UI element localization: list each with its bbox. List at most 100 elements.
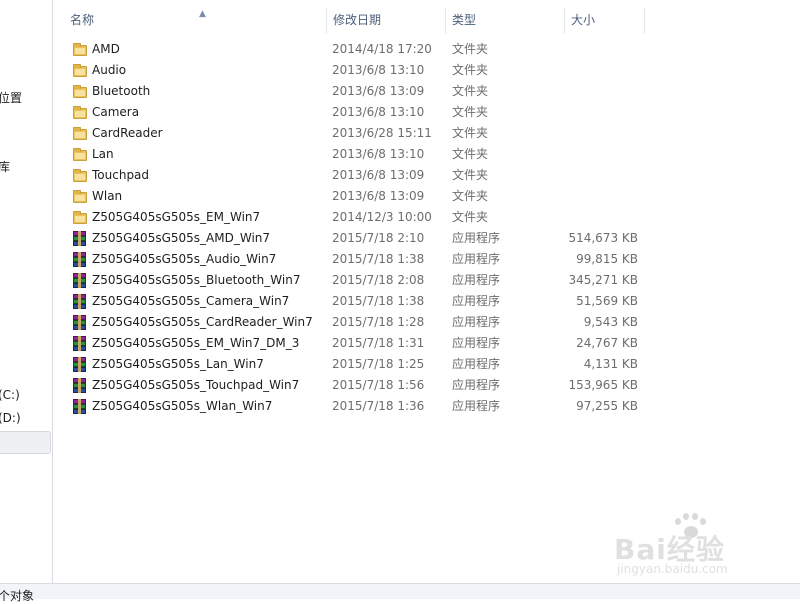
file-name: AMD — [92, 42, 120, 56]
file-row[interactable]: Z505G405sG505s_Lan_Win7 2015/7/18 1:25 应用程… — [53, 354, 800, 375]
file-row[interactable]: CardReader 2013/6/28 15:11 文件夹 — [53, 123, 800, 144]
file-name: Camera — [92, 105, 140, 119]
file-row[interactable]: Touchpad 2013/6/8 13:09 文件夹 — [53, 165, 800, 186]
column-header-date[interactable]: 修改日期 — [327, 8, 446, 34]
file-date-modified: 2015/7/18 2:08 — [332, 273, 425, 287]
archive-icon — [72, 399, 88, 414]
file-row[interactable]: Z505G405sG505s_EM_Win7_DM_3 2015/7/18 1:3… — [53, 333, 800, 354]
file-name: Z505G405sG505s_Touchpad_Win7 — [92, 378, 300, 392]
file-row[interactable]: Z505G405sG505s_Wlan_Win7 2015/7/18 1:36 应用… — [53, 396, 800, 417]
file-type: 文件夹 — [452, 126, 489, 140]
file-type: 应用程序 — [452, 252, 501, 266]
file-type: 文件夹 — [452, 189, 489, 203]
file-name: Z505G405sG505s_Lan_Win7 — [92, 357, 264, 371]
file-date-modified: 2013/6/8 13:10 — [332, 63, 425, 77]
watermark-url: jingyan.baidu.com — [617, 562, 728, 576]
file-row[interactable]: Z505G405sG505s_AMD_Win7 2015/7/18 2:10 应用程… — [53, 228, 800, 249]
status-item-count: 个对象 — [0, 589, 35, 603]
file-list: AMD 2014/4/18 17:20 文件夹 Audio 2013/6/8 13:10… — [53, 39, 800, 417]
column-header-name[interactable]: 名称 ▲ — [64, 8, 327, 34]
file-name: Touchpad — [92, 168, 150, 182]
archive-icon — [72, 315, 88, 330]
file-type: 应用程序 — [452, 231, 501, 245]
archive-icon — [72, 378, 88, 393]
folder-icon — [72, 105, 88, 120]
file-row[interactable]: Z505G405sG505s_CardReader_Win7 2015/7/18 … — [53, 312, 800, 333]
archive-icon — [72, 273, 88, 288]
folder-icon — [72, 84, 88, 99]
sort-ascending-icon: ▲ — [199, 9, 206, 19]
status-bar: 个对象 — [0, 583, 800, 603]
folder-icon — [72, 126, 88, 141]
file-size: 345,271 KB — [568, 273, 638, 287]
file-row[interactable]: AMD 2014/4/18 17:20 文件夹 — [53, 39, 800, 60]
file-row[interactable]: Lan 2013/6/8 13:10 文件夹 — [53, 144, 800, 165]
file-type: 文件夹 — [452, 42, 489, 56]
file-row[interactable]: Z505G405sG505s_Audio_Win7 2015/7/18 1:38 应… — [53, 249, 800, 270]
file-name: Z505G405sG505s_Bluetooth_Win7 — [92, 273, 301, 287]
column-header-bar: 名称 ▲ 修改日期 类型 大小 — [53, 8, 800, 34]
file-row[interactable]: Audio 2013/6/8 13:10 文件夹 — [53, 60, 800, 81]
file-date-modified: 2015/7/18 1:36 — [332, 399, 425, 413]
file-date-modified: 2015/7/18 2:10 — [332, 231, 425, 245]
folder-icon — [72, 63, 88, 78]
file-size: 24,767 KB — [576, 336, 638, 350]
file-type: 应用程序 — [452, 399, 501, 413]
file-type: 应用程序 — [452, 294, 501, 308]
nav-item-drive-c[interactable]: (C:) — [0, 388, 20, 402]
nav-item-video-library[interactable]: 视库 — [0, 158, 10, 175]
file-name: Z505G405sG505s_EM_Win7 — [92, 210, 261, 224]
file-type: 文件夹 — [452, 84, 489, 98]
file-type: 应用程序 — [452, 357, 501, 371]
archive-icon — [72, 231, 88, 246]
archive-icon — [72, 357, 88, 372]
file-size: 4,131 KB — [583, 357, 638, 371]
navigation-pane: 的位置 视库 库 (C:) (D:) — [0, 0, 53, 583]
folder-icon — [72, 189, 88, 204]
column-header-size[interactable]: 大小 — [565, 8, 645, 34]
file-date-modified: 2013/6/28 15:11 — [332, 126, 432, 140]
file-name: Z505G405sG505s_AMD_Win7 — [92, 231, 271, 245]
nav-item-drive-d[interactable]: (D:) — [0, 411, 21, 425]
file-row[interactable]: Z505G405sG505s_Bluetooth_Win7 2015/7/18 2… — [53, 270, 800, 291]
nav-item-selected-highlight[interactable] — [0, 431, 51, 454]
file-row[interactable]: Z505G405sG505s_EM_Win7 2014/12/3 10:00 文件夹 — [53, 207, 800, 228]
file-date-modified: 2015/7/18 1:56 — [332, 378, 425, 392]
archive-icon — [72, 252, 88, 267]
file-date-modified: 2013/6/8 13:09 — [332, 84, 425, 98]
file-row[interactable]: Z505G405sG505s_Touchpad_Win7 2015/7/18 1:… — [53, 375, 800, 396]
file-row[interactable]: Wlan 2013/6/8 13:09 文件夹 — [53, 186, 800, 207]
file-name: Bluetooth — [92, 84, 151, 98]
nav-item-recent-places[interactable]: 的位置 — [0, 89, 22, 106]
file-row[interactable]: Bluetooth 2013/6/8 13:09 文件夹 — [53, 81, 800, 102]
file-size: 51,569 KB — [576, 294, 638, 308]
file-row[interactable]: Camera 2013/6/8 13:10 文件夹 — [53, 102, 800, 123]
file-date-modified: 2014/4/18 17:20 — [332, 42, 432, 56]
file-date-modified: 2013/6/8 13:09 — [332, 189, 425, 203]
file-date-modified: 2013/6/8 13:09 — [332, 168, 425, 182]
file-date-modified: 2015/7/18 1:25 — [332, 357, 425, 371]
file-date-modified: 2015/7/18 1:28 — [332, 315, 425, 329]
file-name: Z505G405sG505s_Camera_Win7 — [92, 294, 290, 308]
file-date-modified: 2013/6/8 13:10 — [332, 147, 425, 161]
column-header-date-label: 修改日期 — [333, 13, 382, 27]
file-size: 514,673 KB — [568, 231, 638, 245]
archive-icon — [72, 294, 88, 309]
file-date-modified: 2015/7/18 1:38 — [332, 294, 425, 308]
file-type: 应用程序 — [452, 336, 501, 350]
file-size: 9,543 KB — [583, 315, 638, 329]
file-type: 文件夹 — [452, 210, 489, 224]
archive-icon — [72, 336, 88, 351]
column-header-type[interactable]: 类型 — [446, 8, 565, 34]
folder-icon — [72, 168, 88, 183]
file-name: Z505G405sG505s_CardReader_Win7 — [92, 315, 313, 329]
file-date-modified: 2013/6/8 13:10 — [332, 105, 425, 119]
baidu-jingyan-watermark: Bai经验 jingyan.baidu.com — [614, 512, 764, 582]
file-type: 文件夹 — [452, 168, 489, 182]
column-header-type-label: 类型 — [452, 13, 477, 27]
folder-icon — [72, 210, 88, 225]
file-name: Wlan — [92, 189, 123, 203]
folder-icon — [72, 42, 88, 57]
column-header-size-label: 大小 — [571, 13, 596, 27]
file-row[interactable]: Z505G405sG505s_Camera_Win7 2015/7/18 1:38… — [53, 291, 800, 312]
